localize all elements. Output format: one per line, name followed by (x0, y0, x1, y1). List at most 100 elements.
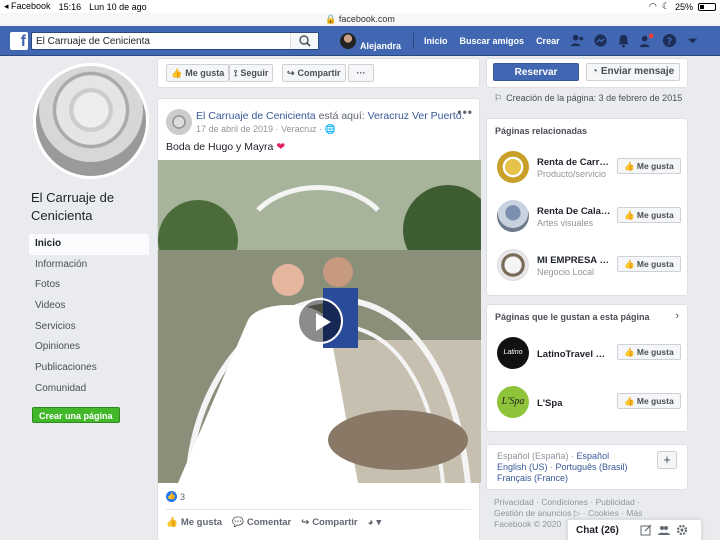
add-language-plus-icon[interactable]: + (657, 451, 677, 469)
post-like-button[interactable]: 👍 Me gusta (166, 517, 222, 528)
share-icon: ↪ (287, 68, 295, 78)
post-comment-button[interactable]: 💬 Comentar (232, 517, 291, 528)
related-page-category: Negocio Local (537, 267, 595, 277)
post-place[interactable]: Veracruz (281, 124, 317, 134)
footer-link[interactable]: Gestión de anuncios (494, 508, 572, 518)
language-link[interactable]: Português (Brasil) (556, 462, 628, 472)
post-author-avatar[interactable] (166, 109, 192, 135)
post-as-selector[interactable]: ◕ ▾ (368, 517, 382, 528)
user-avatar[interactable] (340, 33, 356, 49)
leftnav-reviews[interactable]: Opiniones (29, 337, 149, 358)
leftnav-photos[interactable]: Fotos (29, 275, 149, 296)
related-pages-card: Páginas relacionadas Renta de Carruajes … (486, 118, 688, 296)
notifications-bell-icon[interactable] (616, 33, 631, 48)
leftnav-info[interactable]: Información (29, 255, 149, 276)
related-page-item: MI EMPRESA R... Negocio Local 👍 Me gusta (497, 249, 681, 285)
page-profile-picture[interactable] (33, 63, 149, 179)
play-button[interactable] (297, 298, 343, 344)
post-share-button[interactable]: ↪ Compartir (301, 517, 357, 528)
chat-bar[interactable]: Chat (26) (567, 519, 702, 540)
related-like-button[interactable]: 👍 Me gusta (617, 207, 681, 223)
new-message-icon[interactable] (640, 524, 652, 536)
heart-emoji-icon: ❤ (276, 141, 286, 153)
liked-like-button[interactable]: 👍 Me gusta (617, 344, 681, 360)
post-options-icon[interactable]: ••• (457, 105, 473, 119)
footer-link[interactable]: Condiciones (541, 497, 588, 507)
related-page-name[interactable]: MI EMPRESA R... (537, 255, 613, 266)
footer-link[interactable]: Publicidad (596, 497, 635, 507)
follow-button[interactable]: ⟟ Seguir (229, 64, 274, 82)
related-page-thumb[interactable] (497, 200, 529, 232)
language-link[interactable]: Français (France) (497, 473, 568, 483)
chevron-down-icon: ▾ (376, 517, 382, 528)
top-nav: Alejandra Inicio Buscar amigos Crear (340, 26, 572, 56)
related-page-name[interactable]: Renta de Carruajes (537, 157, 613, 168)
thumbs-up-icon: 👍 (624, 161, 635, 171)
help-icon[interactable]: ? (662, 33, 677, 48)
footer-link[interactable]: Privacidad (494, 497, 534, 507)
leftnav-services[interactable]: Servicios (29, 317, 149, 338)
url: facebook.com (338, 14, 395, 24)
related-page-name[interactable]: Renta De Calandrias (537, 206, 613, 217)
page-like-button[interactable]: 👍 Me gusta (166, 64, 230, 82)
nav-divider (413, 33, 415, 49)
nav-home[interactable]: Inicio (424, 36, 448, 46)
address-bar[interactable]: 🔒 facebook.com (0, 13, 720, 26)
page-creation-info: ⚐ Creación de la página: 3 de febrero de … (494, 93, 682, 104)
back-to-app[interactable]: ◂ Facebook (4, 1, 51, 12)
chat-settings-gear-icon[interactable] (676, 524, 688, 536)
thumbs-up-icon: 👍 (624, 347, 635, 357)
send-message-button[interactable]: ◔ Enviar mensaje (586, 63, 680, 81)
footer-link[interactable]: Cookies (588, 508, 619, 518)
related-like-button[interactable]: 👍 Me gusta (617, 158, 681, 174)
related-page-thumb[interactable] (497, 151, 529, 183)
friend-requests-icon[interactable] (570, 33, 585, 48)
leftnav-videos[interactable]: Videos (29, 296, 149, 317)
post-reactions[interactable]: 👍 3 (166, 491, 185, 502)
post-author-link[interactable]: El Carruaje de Cenicienta (196, 110, 316, 122)
create-page-button[interactable]: Crear una página (32, 407, 120, 423)
search-input[interactable] (32, 33, 292, 49)
liked-page-name[interactable]: LatinoTravel México (537, 349, 613, 360)
date: Lun 10 de ago (89, 1, 147, 12)
related-page-thumb[interactable] (497, 249, 529, 281)
page-action-bar: 👍 Me gusta ⟟ Seguir ↪ Compartir ··· (157, 58, 480, 88)
leftnav-home[interactable]: Inicio (29, 234, 149, 255)
language-link[interactable]: Español (577, 451, 610, 461)
language-links: Español (España) · Español English (US) … (497, 451, 628, 483)
related-page-category: Artes visuales (537, 218, 594, 228)
leftnav-community[interactable]: Comunidad (29, 379, 149, 400)
more-options-button[interactable]: ··· (348, 64, 374, 82)
liked-like-button[interactable]: 👍 Me gusta (617, 393, 681, 409)
liked-pages-title[interactable]: Páginas que le gustan a esta página (495, 312, 650, 322)
nav-profile[interactable]: Alejandra (360, 41, 401, 51)
leftnav-posts[interactable]: Publicaciones (29, 358, 149, 379)
pages-icon[interactable] (639, 33, 654, 48)
post-date[interactable]: 17 de abril de 2019 (196, 124, 273, 134)
post-location-link[interactable]: Veracruz Ver Puerto. (368, 110, 465, 122)
lock-icon: 🔒 (325, 14, 337, 24)
nav-create[interactable]: Crear (536, 36, 560, 46)
reservar-button[interactable]: Reservar (493, 63, 579, 81)
comment-icon: 💬 (232, 517, 244, 528)
liked-page-thumb[interactable]: L'Spa (497, 386, 529, 418)
page-share-button[interactable]: ↪ Compartir (282, 64, 346, 82)
nav-find-friends[interactable]: Buscar amigos (460, 36, 525, 46)
related-like-label: Me gusta (636, 259, 674, 269)
language-link[interactable]: English (US) (497, 462, 548, 472)
messenger-icon[interactable] (593, 33, 608, 48)
related-like-button[interactable]: 👍 Me gusta (617, 256, 681, 272)
ad-choices-icon: ▷ (573, 508, 581, 518)
facebook-logo-icon[interactable]: f (10, 32, 28, 50)
thumbs-up-icon: 👍 (171, 68, 183, 78)
footer-link[interactable]: Más (626, 508, 642, 518)
search-box (31, 32, 319, 50)
chevron-right-icon[interactable]: › (675, 310, 679, 322)
account-menu-chevron-icon[interactable] (685, 33, 700, 48)
search-icon[interactable] (290, 33, 318, 49)
liked-page-thumb[interactable]: Latino (497, 337, 529, 369)
group-chat-icon[interactable] (658, 524, 670, 536)
app-name: Facebook (11, 1, 51, 11)
liked-page-name[interactable]: L'Spa (537, 398, 613, 409)
post-video[interactable] (158, 160, 481, 483)
